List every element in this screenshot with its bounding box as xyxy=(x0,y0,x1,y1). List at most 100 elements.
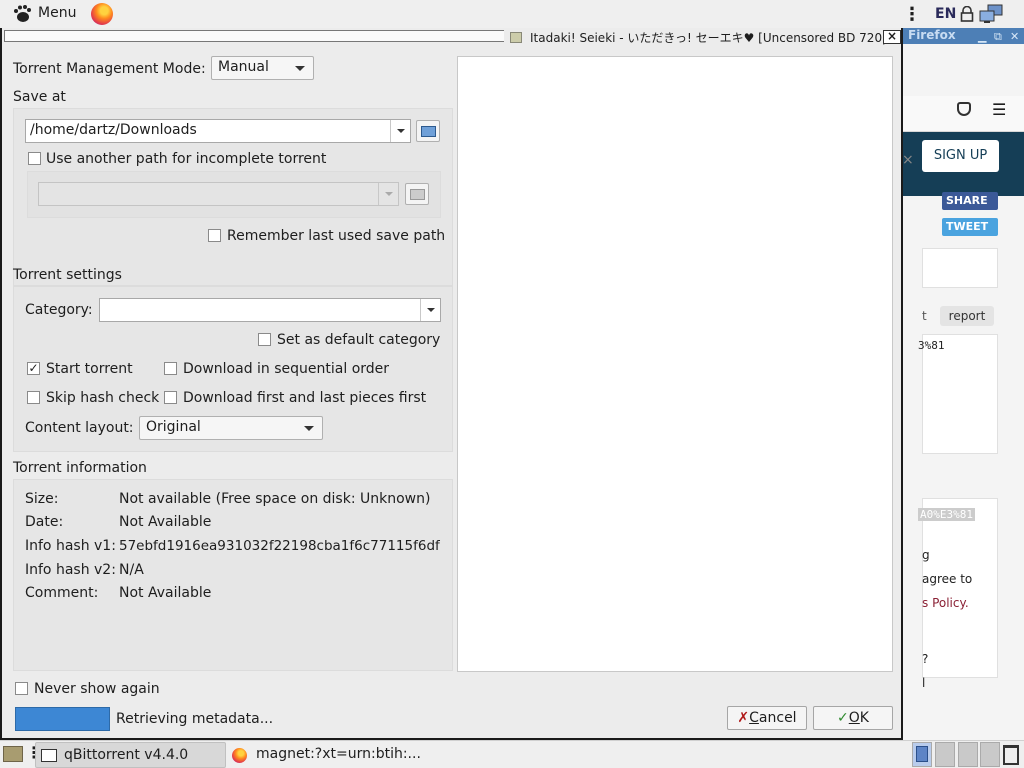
browse-incomplete-path-button[interactable] xyxy=(405,183,429,205)
check-icon: ✓ xyxy=(837,710,849,726)
cancel-mnemonic: C xyxy=(749,710,759,726)
torrent-management-mode-label: Torrent Management Mode: xyxy=(13,61,206,77)
content-layout-value: Original xyxy=(146,419,201,435)
remember-path-checkbox[interactable] xyxy=(208,229,221,242)
taskbar-item-label: qBittorrent v4.4.0 xyxy=(64,747,189,763)
incomplete-path-combo[interactable] xyxy=(38,182,399,206)
comment-value: Not Available xyxy=(119,585,212,601)
hamburger-menu-icon[interactable]: ☰ xyxy=(992,100,1006,119)
file-manager-icon[interactable] xyxy=(3,746,23,762)
workspace-1[interactable] xyxy=(912,742,932,767)
metadata-progress-bar xyxy=(15,707,110,731)
window-icon xyxy=(510,32,522,43)
hash-v2-label: Info hash v2: xyxy=(25,562,116,578)
report-button[interactable]: report xyxy=(940,306,994,326)
start-torrent-checkbox[interactable]: ✓ xyxy=(27,362,40,375)
remember-path-label: Remember last used save path xyxy=(227,228,446,244)
save-path-combo[interactable]: /home/dartz/Downloads xyxy=(25,119,411,143)
torrent-settings-label: Torrent settings xyxy=(13,267,122,283)
title-bar[interactable] xyxy=(4,30,504,42)
text-fragment: t xyxy=(922,309,927,323)
text-fragment: ? xyxy=(922,652,929,666)
taskbar-item-qbittorrent[interactable]: qBittorrent v4.4.0 xyxy=(35,742,226,768)
twitter-share-button[interactable]: TWEET xyxy=(942,218,998,236)
minimize-icon[interactable]: ▁ xyxy=(978,30,986,43)
text-fragment: g xyxy=(922,548,930,562)
content-layout-label: Content layout: xyxy=(25,420,134,436)
facebook-share-button[interactable]: SHARE xyxy=(942,192,998,210)
default-category-checkbox[interactable] xyxy=(258,333,271,346)
default-category-label: Set as default category xyxy=(277,332,441,348)
window-thumbnail xyxy=(916,746,928,762)
chevron-down-icon[interactable] xyxy=(420,299,440,321)
cancel-icon: ✗ xyxy=(737,710,750,726)
background-firefox-window: Firefox ▁ ⧉ ✕ ☰ SIGN UP × SHARE TWEET t … xyxy=(902,28,1024,740)
skip-hash-checkbox[interactable] xyxy=(27,391,40,404)
never-show-checkbox[interactable] xyxy=(15,682,28,695)
ok-button[interactable]: ✓OK xyxy=(813,706,893,730)
firefox-launcher-icon[interactable] xyxy=(91,3,113,25)
first-last-pieces-checkbox[interactable] xyxy=(164,391,177,404)
taskbar-item-firefox[interactable]: magnet:?xt=urn:btih:... xyxy=(230,742,430,768)
category-combo[interactable] xyxy=(99,298,441,322)
date-label: Date: xyxy=(25,514,64,530)
trash-icon[interactable] xyxy=(1003,745,1019,765)
add-torrent-dialog: Itadaki! Seieki - いただきっ! セーエキ♥ [Uncensor… xyxy=(0,28,903,740)
category-label: Category: xyxy=(25,302,93,318)
save-at-label: Save at xyxy=(13,89,66,105)
hash-v2-value: N/A xyxy=(119,562,144,578)
network-icon[interactable] xyxy=(979,4,1003,24)
firefox-icon xyxy=(232,748,247,763)
window-title: Itadaki! Seieki - いただきっ! セーエキ♥ [Uncensor… xyxy=(510,29,894,46)
size-value: Not available (Free space on disk: Unkno… xyxy=(119,491,431,507)
workspace-3[interactable] xyxy=(958,742,978,767)
skip-hash-label: Skip hash check xyxy=(46,390,160,406)
content-card xyxy=(922,248,998,288)
status-text: Retrieving metadata... xyxy=(116,711,274,727)
hash-v1-label: Info hash v1: xyxy=(25,538,116,554)
close-icon[interactable]: ✕ xyxy=(1010,30,1019,43)
cancel-button[interactable]: ✗Cancel xyxy=(727,706,807,730)
chevron-down-icon xyxy=(295,66,305,71)
torrent-management-mode-select[interactable]: Manual xyxy=(211,56,314,80)
pocket-icon[interactable] xyxy=(957,102,971,116)
panel-handle-icon[interactable]: ⋮ xyxy=(903,4,921,25)
browse-save-path-button[interactable] xyxy=(416,120,440,142)
maximize-icon[interactable]: ⧉ xyxy=(994,30,1002,44)
taskbar-item-label: magnet:?xt=urn:btih:... xyxy=(256,746,421,762)
comment-label: Comment: xyxy=(25,585,99,601)
save-path-value: /home/dartz/Downloads xyxy=(30,122,197,138)
menu-button[interactable]: Menu xyxy=(38,5,76,21)
size-label: Size: xyxy=(25,491,59,507)
text-fragment: agree to xyxy=(922,572,973,586)
window-title-text: Itadaki! Seieki - いただきっ! セーエキ♥ [Uncensor… xyxy=(530,31,895,45)
hash-v1-value: 57ebfd1916ea931032f22198cba1f6c77115f6df xyxy=(119,538,440,554)
first-last-pieces-label: Download first and last pieces first xyxy=(183,390,427,406)
content-tree-panel[interactable] xyxy=(457,56,893,672)
lock-icon[interactable] xyxy=(960,6,974,22)
incomplete-path-checkbox[interactable] xyxy=(28,152,41,165)
close-icon[interactable]: × xyxy=(902,152,914,168)
ok-label: K xyxy=(859,710,869,726)
keyboard-layout-indicator[interactable]: EN xyxy=(935,6,956,22)
folder-icon xyxy=(421,126,436,137)
text-fragment: A0%E3%81 xyxy=(918,508,975,521)
workspace-2[interactable] xyxy=(935,742,955,767)
workspace-4[interactable] xyxy=(980,742,1000,767)
cancel-label: ancel xyxy=(758,710,797,726)
folder-icon xyxy=(410,189,425,200)
sequential-label: Download in sequential order xyxy=(183,361,390,377)
torrent-management-mode-value: Manual xyxy=(218,59,269,75)
gnome-foot-icon[interactable] xyxy=(12,4,32,24)
privacy-policy-link[interactable]: s Policy. xyxy=(922,596,969,610)
sequential-checkbox[interactable] xyxy=(164,362,177,375)
firefox-title: Firefox xyxy=(908,28,956,42)
content-card xyxy=(922,334,998,454)
top-panel: Menu ⋮ EN xyxy=(0,0,1024,28)
content-layout-select[interactable]: Original xyxy=(139,416,323,440)
close-button[interactable]: × xyxy=(883,30,901,44)
torrent-info-label: Torrent information xyxy=(13,460,147,476)
sign-up-button[interactable]: SIGN UP xyxy=(922,140,999,172)
window-icon xyxy=(41,749,57,762)
chevron-down-icon[interactable] xyxy=(390,120,410,142)
